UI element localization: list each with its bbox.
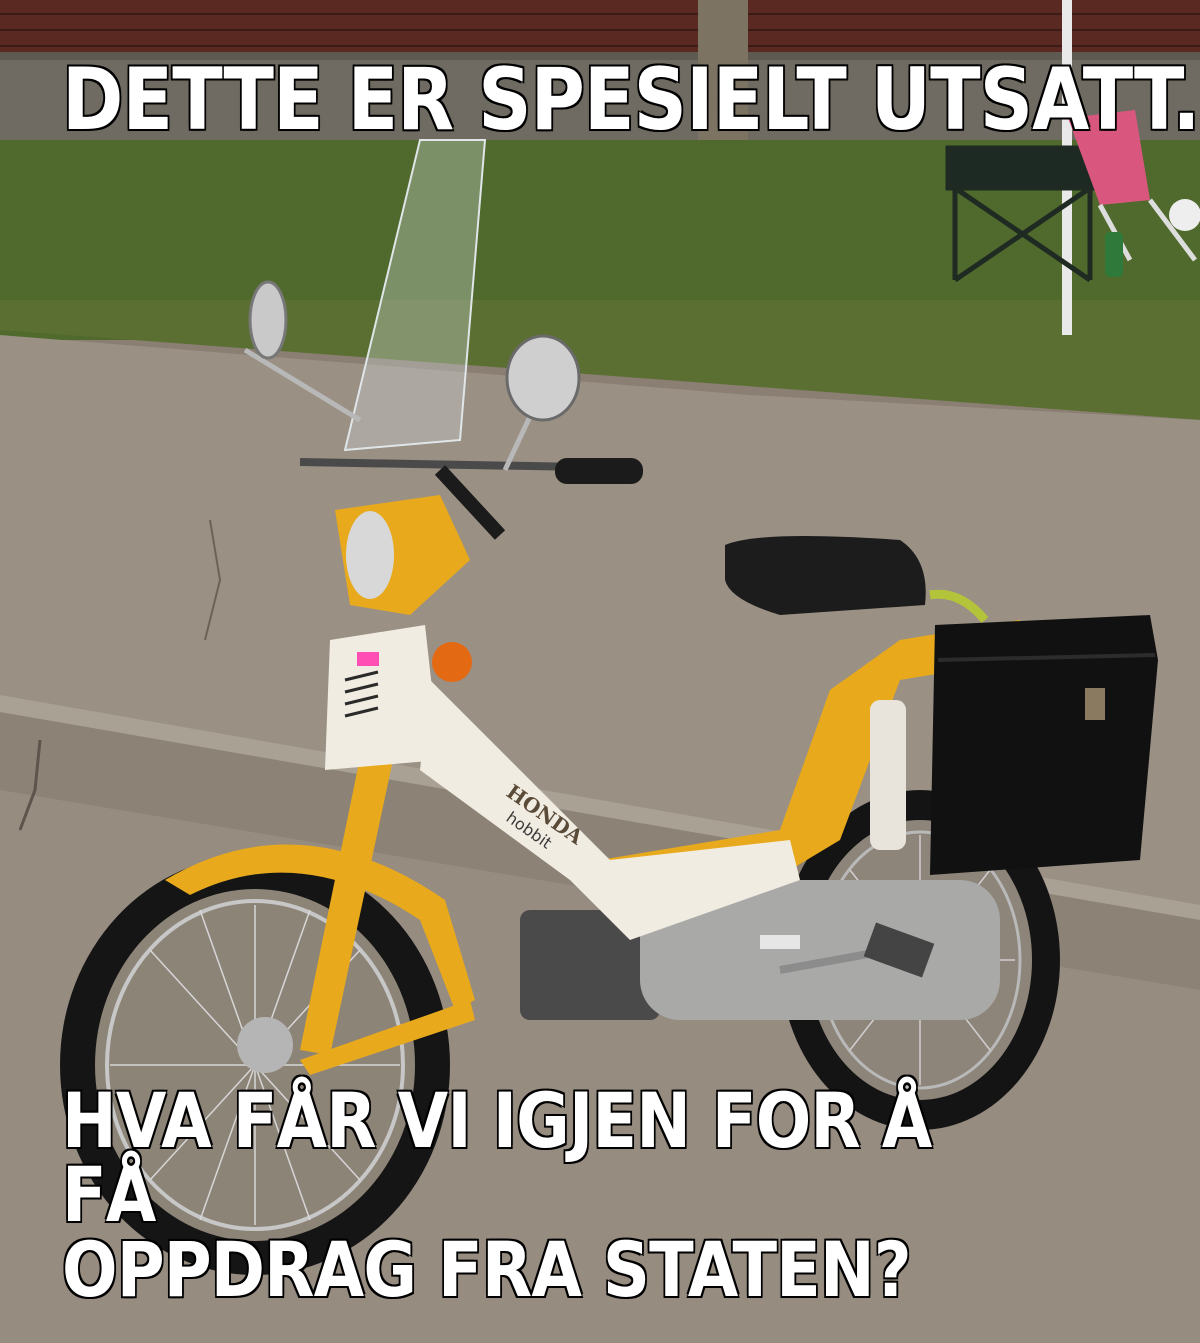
meme-bottom-text: HVA FÅR VI IGJEN FOR Å FÅ OPPDRAG FRA ST…	[62, 1076, 932, 1314]
meme-top-text: DETTE ER SPESIELT UTSATT.	[62, 50, 1200, 150]
brick-wall	[0, 0, 1200, 52]
right-mirror	[505, 334, 581, 422]
front-cowl	[325, 625, 440, 770]
price-sticker	[357, 652, 379, 666]
seat	[725, 536, 926, 615]
bottle	[1105, 232, 1123, 277]
rear-shock	[870, 700, 906, 850]
saddle-bag	[930, 615, 1158, 875]
meme-image: HONDA hobbit DETTE ER SPESIELT UTSATT. H…	[0, 0, 1200, 1343]
turn-signal	[432, 642, 472, 682]
left-mirror	[248, 280, 288, 360]
